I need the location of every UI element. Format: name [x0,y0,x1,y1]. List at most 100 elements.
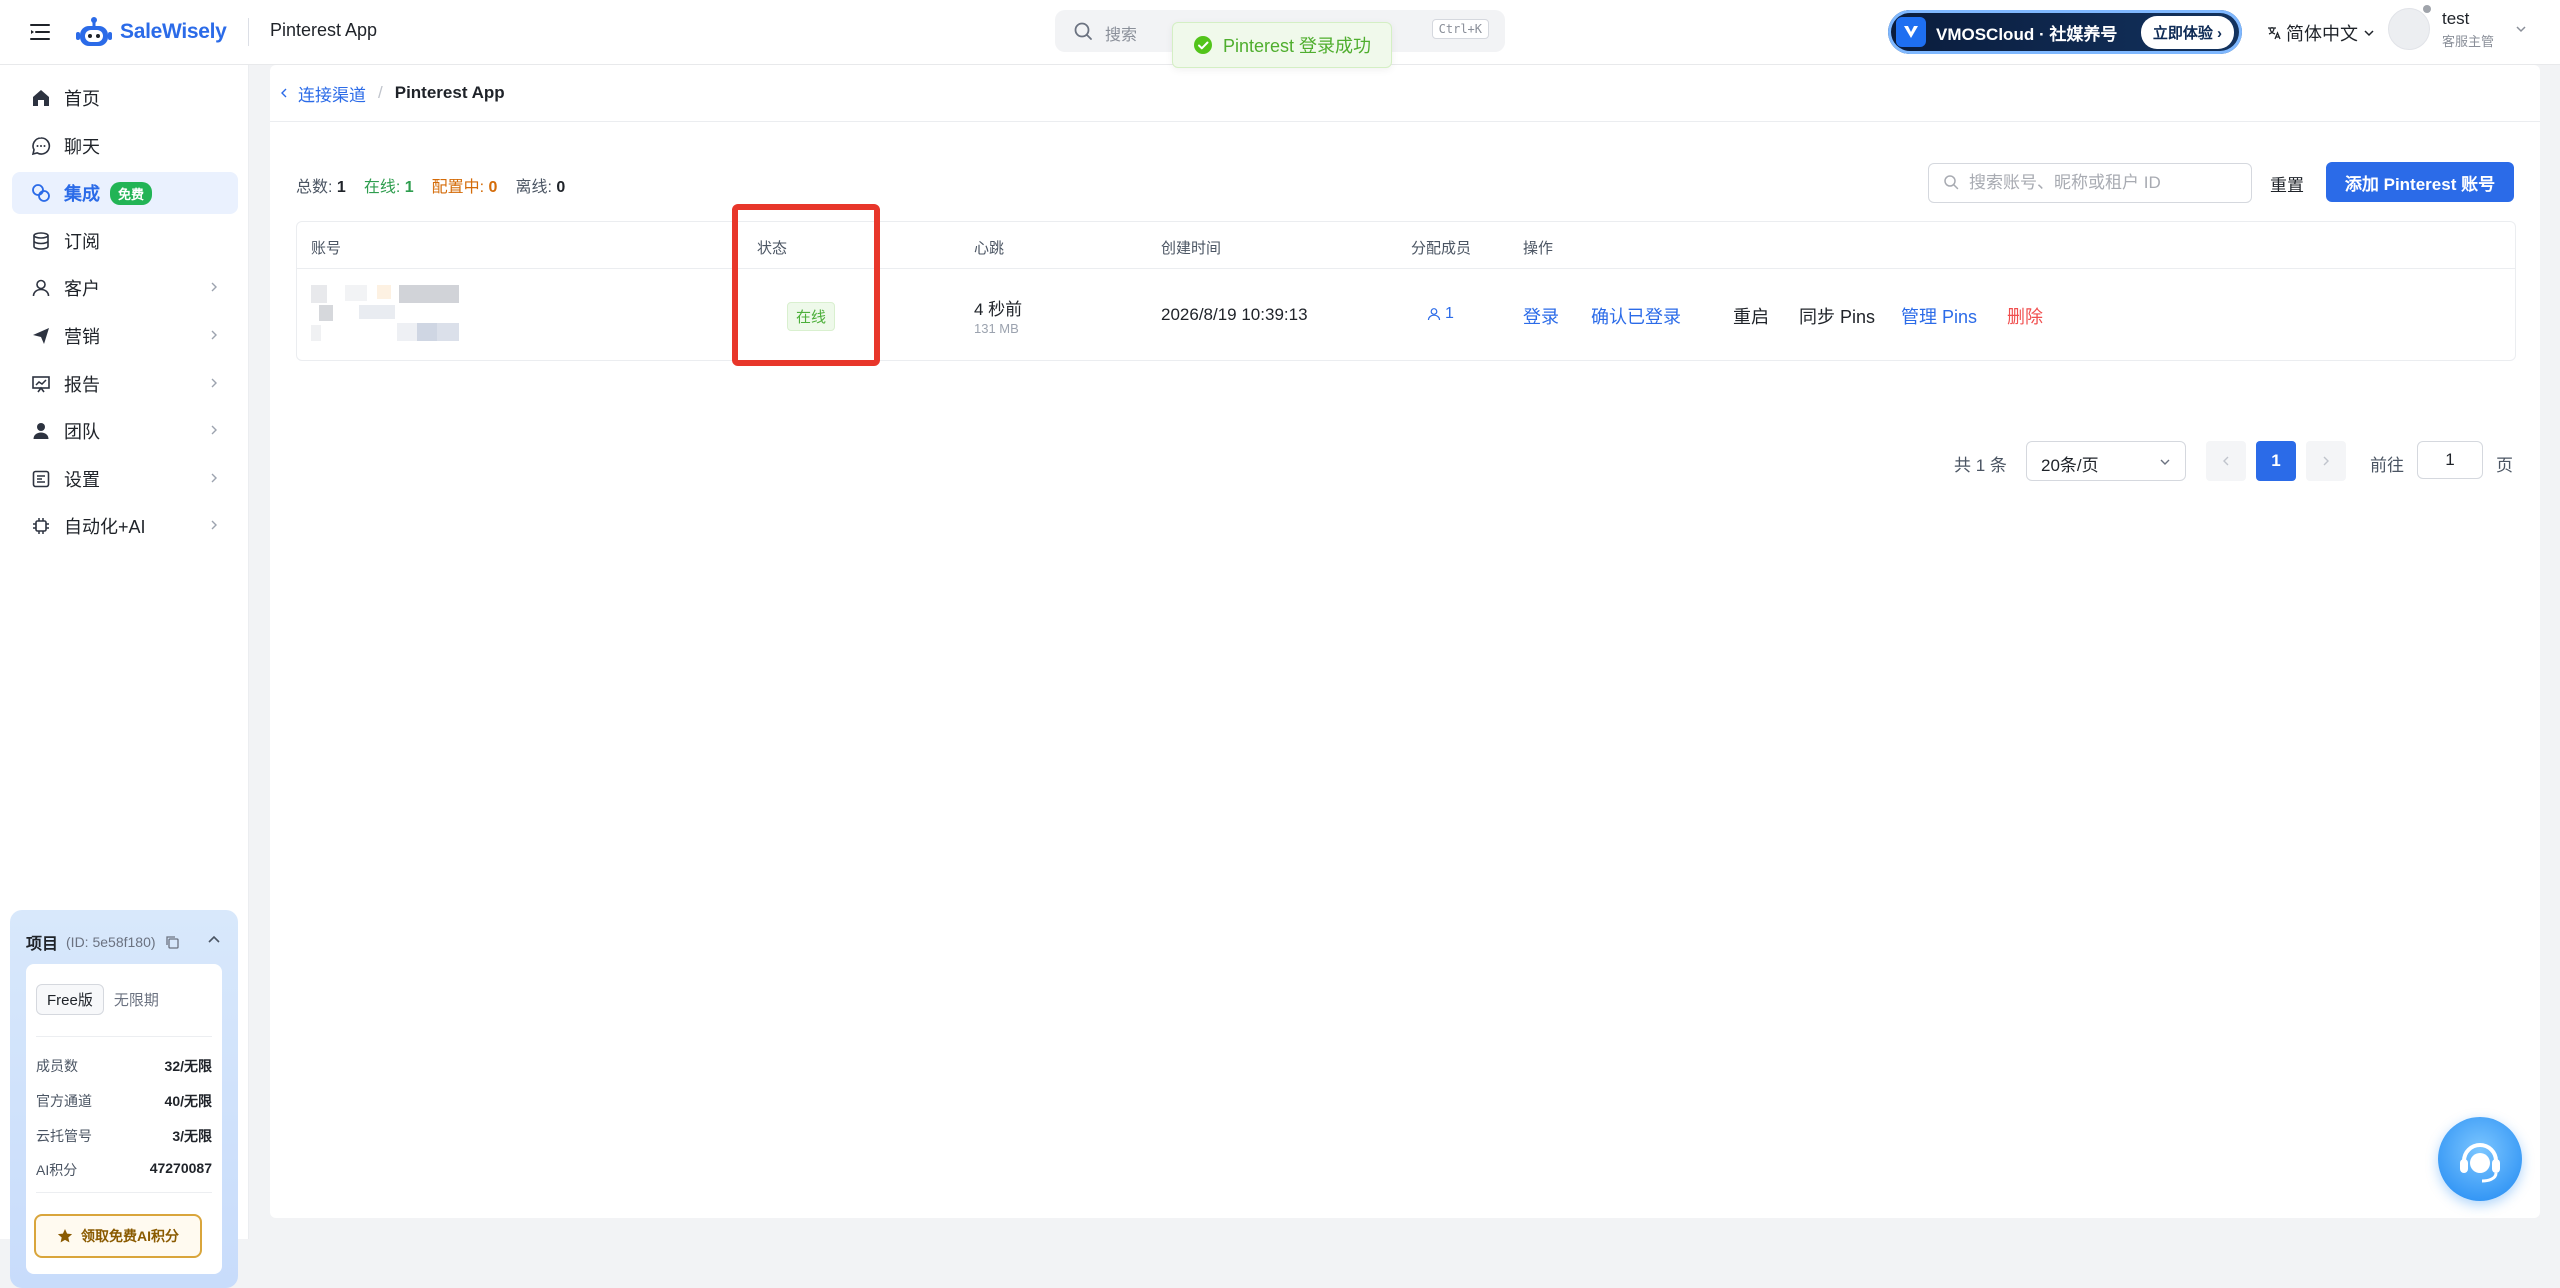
chevron-down-icon [2364,30,2374,37]
stat-value: 32/无限 [164,1058,212,1074]
stat-cloud-accounts: 云托管号 3/无限 [36,1126,212,1146]
user-menu[interactable]: test 客服主管 [2388,5,2528,50]
sidebar-item-customers[interactable]: 客户 [12,267,238,309]
project-id: (ID: 5e58f180) [66,934,156,950]
manage-pins-action[interactable]: 管理 Pins [1901,303,1977,329]
sidebar-item-label: 报告 [64,374,100,395]
toast-message: Pinterest 登录成功 [1223,36,1372,56]
promo-try-button[interactable]: 立即体验 › [2140,15,2234,49]
copy-icon[interactable] [164,934,180,950]
sidebar-item-marketing[interactable]: 营销 [12,315,238,357]
sidebar-item-team[interactable]: 团队 [12,410,238,452]
stat-label: 官方通道 [36,1093,92,1109]
col-actions: 操作 [1523,240,1554,257]
main-content: 连接渠道 / Pinterest App 总数: 1 在线: 1 配置中: 0 … [270,65,2540,1218]
stat-official-channels: 官方通道 40/无限 [36,1091,212,1111]
sidebar-item-label: 集成 [64,184,100,205]
summary-offline: 离线: 0 [515,173,565,197]
accounts-table: 账号 状态 心跳 创建时间 分配成员 操作 在线 4 秒前 131 MB 202… [296,221,2516,361]
claim-ai-credits-button[interactable]: 领取免费AI积分 [34,1214,202,1258]
sidebar-item-subscription[interactable]: 订阅 [12,220,238,262]
account-search-input[interactable] [1967,170,2241,196]
headset-icon [2460,1143,2500,1183]
table-header: 账号 状态 心跳 创建时间 分配成员 操作 [297,222,2515,269]
restart-action[interactable]: 重启 [1733,303,1769,329]
col-members: 分配成员 [1411,240,1472,257]
sidebar-item-settings[interactable]: 设置 [12,458,238,500]
stat-ai-credits: AI积分 47270087 [36,1160,212,1180]
goto-page-input[interactable] [2417,441,2483,479]
summary-value: 0 [488,179,498,196]
col-account: 账号 [311,240,342,257]
account-search[interactable] [1928,163,2252,203]
next-page-button[interactable] [2306,441,2346,481]
sidebar-item-integration[interactable]: 集成 免费 [12,172,238,215]
header-divider [248,18,249,46]
account-avatar-redacted [311,285,481,345]
chevron-right-icon [211,473,217,483]
chevron-right-icon [211,425,217,435]
page-size-value: 20条/页 [2041,456,2099,475]
user-icon [30,277,52,299]
brand-logo[interactable]: SaleWisely [76,14,227,50]
sidebar-item-home[interactable]: 首页 [12,77,238,119]
sidebar-item-label: 自动化+AI [64,517,146,538]
reset-button[interactable]: 重置 [2270,171,2304,196]
prev-page-button[interactable] [2206,441,2246,481]
add-pinterest-account-button[interactable]: 添加 Pinterest 账号 [2326,162,2514,202]
summary-online: 在线: 1 [364,173,414,197]
heartbeat-time: 4 秒前 [974,300,1023,319]
chevron-left-icon[interactable] [278,87,290,99]
summary-value: 1 [404,179,414,196]
sidebar-item-chat[interactable]: 聊天 [12,125,238,167]
chevron-up-icon[interactable] [206,932,222,948]
sidebar-item-automation-ai[interactable]: 自动化+AI [12,505,238,547]
summary-label: 总数: [296,179,333,196]
project-title: 项目 [26,936,59,953]
sidebar-item-label: 首页 [64,89,100,109]
chevron-down-icon [2516,26,2526,33]
star-icon [57,1229,73,1243]
user-name: test [2442,8,2470,28]
chevron-right-icon [211,282,217,292]
sidebar: 首页 聊天 集成 免费 订阅 客户 营销 报告 团队 设置 自动化+AI 项目 … [0,65,249,1288]
menu-toggle-icon[interactable] [28,20,52,44]
assigned-members[interactable]: 1 [1427,305,1454,323]
stat-label: 成员数 [36,1058,78,1074]
language-switcher[interactable]: 简体中文 [2266,20,2376,46]
vmos-promo-banner[interactable]: VMOSCloud · 社媒养号 立即体验 › [1888,10,2242,54]
database-icon [30,230,52,252]
sidebar-item-reports[interactable]: 报告 [12,363,238,405]
breadcrumb: 连接渠道 / Pinterest App [270,65,2540,122]
presence-dot [2423,5,2431,13]
page-number-button[interactable]: 1 [2256,441,2296,481]
check-circle-icon [1194,36,1212,54]
send-icon [30,325,52,347]
sidebar-item-label: 聊天 [64,136,100,157]
chevron-left-icon [2223,456,2229,466]
promo-button-label: 立即体验 [2152,24,2213,42]
col-status: 状态 [757,240,788,257]
app-title: Pinterest App [270,20,378,40]
plan-badge: Free版 [36,984,104,1015]
stat-value: 47270087 [149,1160,212,1176]
language-label: 简体中文 [2286,24,2358,44]
page-size-select[interactable]: 20条/页 [2026,441,2186,481]
customer-support-button[interactable] [2438,1117,2522,1201]
search-icon [1074,22,1092,40]
login-action[interactable]: 登录 [1523,303,1559,329]
breadcrumb-parent-link[interactable]: 连接渠道 [298,81,366,106]
stat-value: 40/无限 [164,1093,212,1109]
stat-label: 云托管号 [36,1128,92,1144]
chevron-down-icon [2160,459,2170,465]
delete-action[interactable]: 删除 [2007,303,2043,329]
sync-pins-action[interactable]: 同步 Pins [1799,303,1875,329]
project-panel: 项目 (ID: 5e58f180) Free版 无限期 成员数 32/无限 官方… [10,910,238,1288]
pagination-total: 共 1 条 [1954,456,2007,475]
sidebar-item-label: 设置 [64,469,100,490]
sidebar-item-label: 客户 [64,279,100,300]
divider [36,1036,212,1037]
sidebar-item-label: 营销 [64,326,100,347]
confirm-logged-in-action[interactable]: 确认已登录 [1591,303,1681,329]
brand-name: SaleWisely [120,20,227,43]
